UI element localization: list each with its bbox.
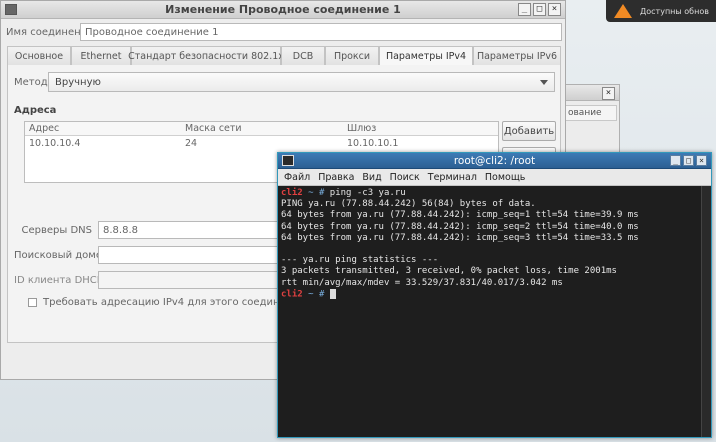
dns-row: Серверы DNS 8.8.8.8	[14, 221, 278, 239]
prompt-host: cli2	[281, 289, 303, 300]
search-domain-row: Поисковый домен	[14, 246, 278, 264]
minimize-icon[interactable]: _	[518, 3, 531, 16]
method-value: Вручную	[55, 76, 101, 88]
conn-name-input[interactable]: Проводное соединение 1	[80, 23, 562, 41]
prompt-symbol: ~ #	[302, 188, 330, 198]
menu-terminal[interactable]: Терминал	[428, 172, 477, 183]
network-icon	[5, 4, 17, 15]
dns-input[interactable]: 8.8.8.8	[98, 221, 278, 239]
close-icon[interactable]: ×	[548, 3, 561, 16]
tab-dcb[interactable]: DCB	[281, 46, 325, 65]
warning-icon	[614, 4, 632, 18]
terminal-line: rtt min/avg/max/mdev = 33.529/37.831/40.…	[281, 277, 563, 288]
tab-proxy[interactable]: Прокси	[325, 46, 379, 65]
maximize-icon[interactable]: □	[683, 155, 694, 166]
update-notification[interactable]: Доступны обнов	[606, 0, 716, 22]
menu-help[interactable]: Помощь	[485, 172, 525, 183]
tab-8021x[interactable]: Стандарт безопасности 802.1x	[128, 46, 284, 65]
terminal-line-command: cli2 ~ # ping -c3 ya.ru	[281, 188, 698, 199]
tab-general[interactable]: Основное	[7, 46, 71, 65]
search-domain-label: Поисковый домен	[14, 249, 109, 261]
terminal-line: 64 bytes from ya.ru (77.88.44.242): icmp…	[281, 232, 639, 243]
chevron-down-icon	[540, 80, 548, 85]
dhcp-id-input[interactable]	[98, 271, 278, 289]
dialog-title: Изменение Проводное соединение 1	[165, 3, 401, 16]
terminal-line: --- ya.ru ping statistics ---	[281, 255, 439, 266]
command-text: ping -c3 ya.ru	[329, 188, 406, 198]
tab-ipv4[interactable]: Параметры IPv4	[379, 46, 473, 65]
method-select[interactable]: Вручную	[48, 72, 555, 92]
close-icon[interactable]: ×	[696, 155, 707, 166]
notification-text: Доступны обнов	[640, 6, 709, 16]
terminal-icon	[282, 155, 294, 166]
terminal-scrollbar[interactable]	[701, 186, 711, 437]
gateway-cell[interactable]: 10.10.10.1	[343, 137, 498, 151]
menu-search[interactable]: Поиск	[390, 172, 420, 183]
dhcp-id-row: ID клиента DHCP	[14, 271, 278, 289]
terminal-line: PING ya.ru (77.88.44.242) 56(84) bytes o…	[281, 199, 536, 210]
terminal-window: root@cli2: /root _ □ × Файл Правка Вид П…	[277, 152, 712, 438]
menu-view[interactable]: Вид	[362, 172, 381, 183]
address-cell[interactable]: 10.10.10.4	[25, 137, 181, 151]
terminal-title: root@cli2: /root	[453, 154, 536, 167]
require-ipv4-checkbox[interactable]	[28, 298, 37, 307]
dhcp-id-label: ID клиента DHCP	[14, 274, 103, 286]
terminal-cursor	[329, 288, 336, 299]
terminal-output[interactable]: cli2 ~ # ping -c3 ya.ru PING ya.ru (77.88…	[278, 186, 701, 437]
require-ipv4-checkbox-row[interactable]: Требовать адресацию IPv4 для этого соеди…	[28, 297, 305, 308]
menu-file[interactable]: Файл	[284, 172, 310, 183]
terminal-line: 3 packets transmitted, 3 received, 0% pa…	[281, 266, 617, 277]
menu-edit[interactable]: Правка	[318, 172, 354, 183]
terminal-titlebar[interactable]: root@cli2: /root _ □ ×	[278, 153, 711, 169]
conn-name-label: Имя соединения	[6, 26, 94, 38]
background-window-column-header[interactable]: ование	[565, 105, 617, 121]
method-label: Метод	[14, 77, 48, 88]
column-header-gateway[interactable]: Шлюз	[343, 122, 498, 135]
add-address-button[interactable]: Добавить	[502, 121, 556, 141]
terminal-line: 64 bytes from ya.ru (77.88.44.242): icmp…	[281, 221, 639, 232]
table-header: Адрес Маска сети Шлюз	[25, 122, 498, 136]
search-domain-input[interactable]	[98, 246, 278, 264]
column-header-address[interactable]: Адрес	[25, 122, 181, 135]
conn-name-row: Имя соединения Проводное соединение 1	[6, 23, 562, 41]
close-icon[interactable]: ×	[602, 87, 615, 100]
terminal-line-prompt: cli2 ~ #	[281, 288, 698, 301]
tab-ethernet[interactable]: Ethernet	[71, 46, 131, 65]
dns-label: Серверы DNS	[21, 224, 92, 236]
require-ipv4-label[interactable]: Требовать адресацию IPv4 для этого соеди…	[43, 297, 305, 308]
table-row[interactable]: 10.10.10.4 24 10.10.10.1	[25, 136, 498, 152]
tab-bar: Основное Ethernet Стандарт безопасности …	[7, 46, 561, 65]
terminal-line: 64 bytes from ya.ru (77.88.44.242): icmp…	[281, 210, 639, 221]
dialog-titlebar[interactable]: Изменение Проводное соединение 1 _ □ ×	[1, 1, 565, 19]
tab-ipv6[interactable]: Параметры IPv6	[473, 46, 561, 65]
minimize-icon[interactable]: _	[670, 155, 681, 166]
netmask-cell[interactable]: 24	[181, 137, 343, 151]
prompt-host: cli2	[281, 188, 303, 198]
background-window-titlebar[interactable]: ×	[557, 85, 619, 101]
terminal-menubar: Файл Правка Вид Поиск Терминал Помощь	[278, 169, 711, 186]
addresses-heading: Адреса	[14, 105, 57, 116]
maximize-icon[interactable]: □	[533, 3, 546, 16]
prompt-symbol: ~ #	[302, 289, 330, 300]
column-header-netmask[interactable]: Маска сети	[181, 122, 343, 135]
